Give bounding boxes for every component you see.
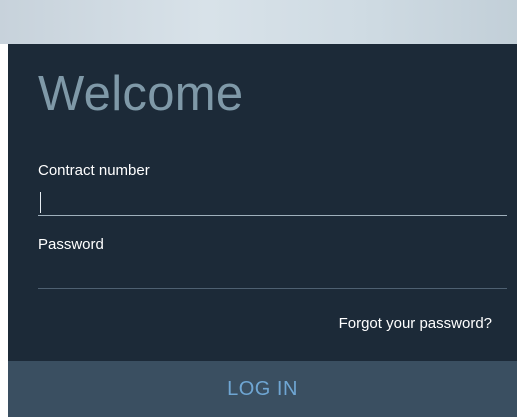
contract-number-label: Contract number bbox=[38, 162, 150, 179]
background-strip bbox=[0, 0, 517, 44]
password-input[interactable] bbox=[38, 263, 507, 289]
password-label: Password bbox=[38, 236, 104, 253]
login-button[interactable]: LOG IN bbox=[8, 361, 517, 417]
forgot-password-link[interactable]: Forgot your password? bbox=[339, 315, 492, 333]
contract-number-input[interactable] bbox=[38, 190, 507, 216]
text-cursor bbox=[40, 192, 41, 213]
login-screen: Welcome Contract number Password Forgot … bbox=[0, 0, 517, 417]
page-title: Welcome bbox=[38, 67, 244, 121]
login-panel: Welcome Contract number Password Forgot … bbox=[8, 44, 517, 417]
